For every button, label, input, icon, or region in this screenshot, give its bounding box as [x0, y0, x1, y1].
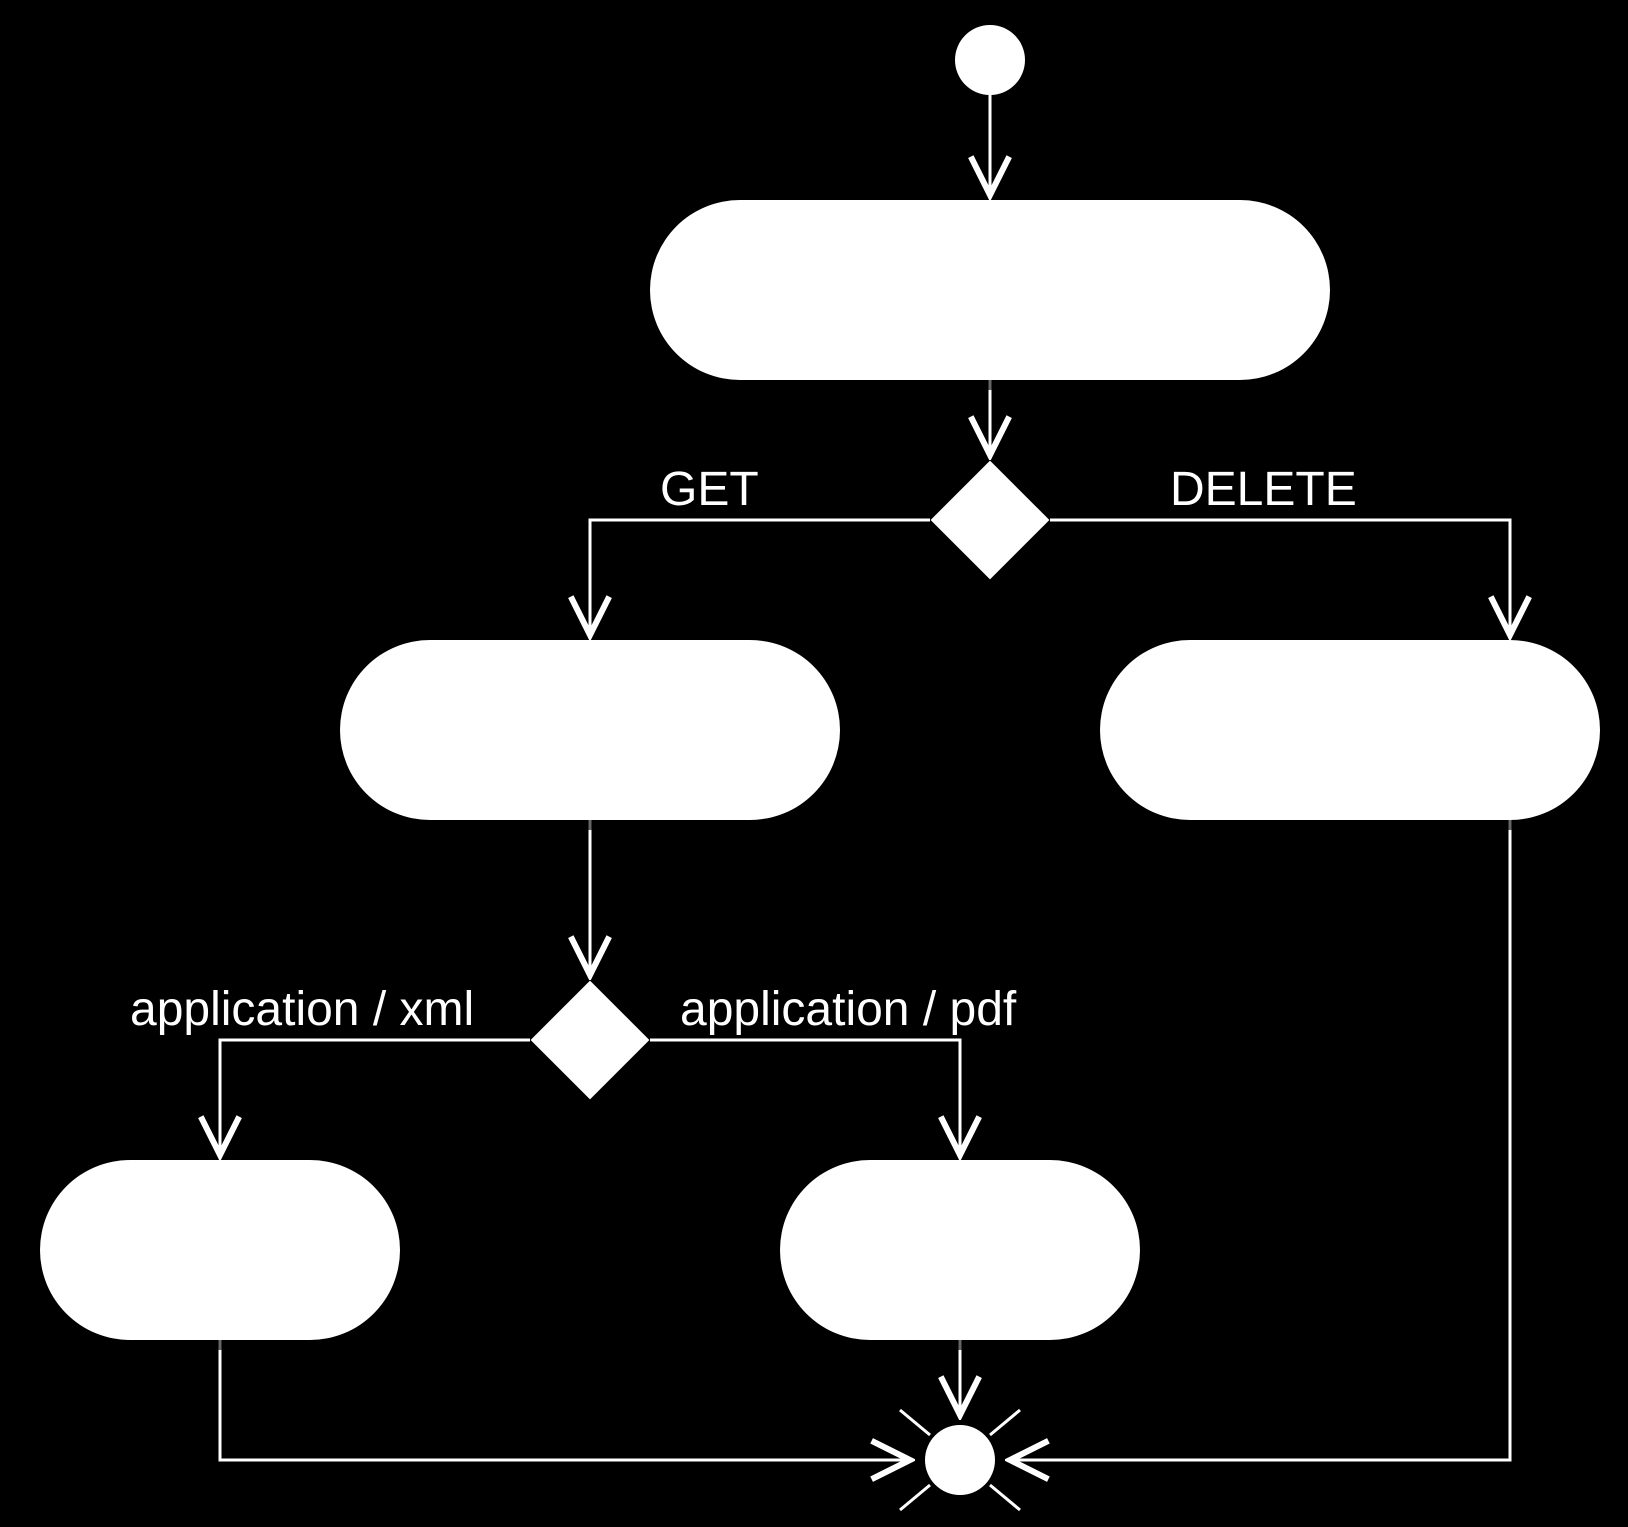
- edge-dec1-delete: [1050, 520, 1510, 635]
- final-node: [925, 1425, 995, 1495]
- decision-node-2: [531, 981, 650, 1100]
- activity-diagram: GET DELETE application / xml application…: [0, 0, 1628, 1527]
- label-delete: DELETE: [1170, 463, 1357, 516]
- label-get: GET: [660, 463, 759, 516]
- activity-node-1: [650, 200, 1330, 380]
- activity-node-pdf: [780, 1160, 1140, 1340]
- edge-dec2-xml: [220, 1040, 530, 1155]
- edge-del-final: [1010, 820, 1510, 1460]
- decision-node-1: [931, 461, 1050, 580]
- edge-dec2-pdf: [650, 1040, 960, 1155]
- initial-node: [955, 25, 1025, 95]
- activity-node-delete: [1100, 640, 1600, 820]
- activity-node-xml: [40, 1160, 400, 1340]
- edge-xml-final: [220, 1340, 910, 1460]
- label-app-pdf: application / pdf: [680, 983, 1017, 1036]
- label-app-xml: application / xml: [130, 983, 474, 1036]
- edge-dec1-get: [590, 520, 930, 635]
- activity-node-get: [340, 640, 840, 820]
